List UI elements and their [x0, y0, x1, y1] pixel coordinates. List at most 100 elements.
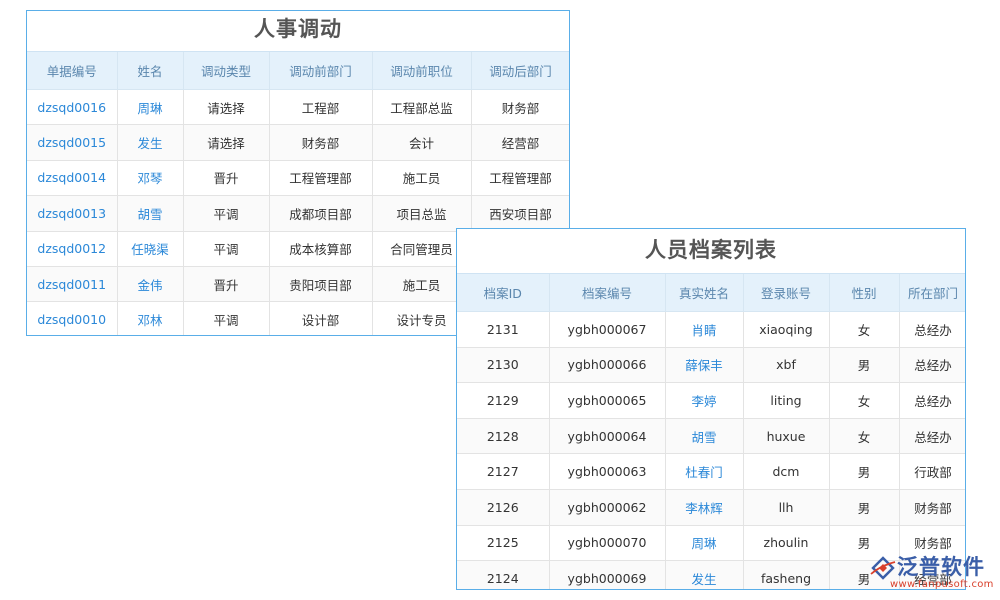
doc-no-link[interactable]: dzsqd0010 [27, 302, 117, 336]
prev-position-cell: 施工员 [372, 160, 471, 195]
transfer-type-cell: 请选择 [183, 90, 269, 125]
profile-title: 人员档案列表 [457, 229, 965, 274]
table-row[interactable]: 2129 ygbh000065 李婷 liting 女 总经办 [457, 383, 966, 419]
col-header-prev-dept[interactable]: 调动前部门 [269, 52, 372, 90]
transfer-type-cell: 晋升 [183, 160, 269, 195]
profile-panel: 人员档案列表 档案ID 档案编号 真实姓名 登录账号 性别 所在部门 2131 … [456, 228, 966, 590]
employee-name-link[interactable]: 周琳 [117, 90, 183, 125]
profile-no-cell: ygbh000063 [549, 454, 665, 490]
real-name-link[interactable]: 肖睛 [665, 312, 743, 348]
col-header-name[interactable]: 姓名 [117, 52, 183, 90]
profile-no-cell: ygbh000064 [549, 418, 665, 454]
table-row[interactable]: dzsqd0014 邓琴 晋升 工程管理部 施工员 工程管理部 [27, 160, 570, 195]
table-row[interactable]: dzsqd0013 胡雪 平调 成都项目部 项目总监 西安项目部 [27, 196, 570, 231]
login-account-cell: zhoulin [743, 525, 829, 561]
real-name-link[interactable]: 薛保丰 [665, 347, 743, 383]
prev-dept-cell: 成都项目部 [269, 196, 372, 231]
prev-dept-cell: 工程管理部 [269, 160, 372, 195]
doc-no-link[interactable]: dzsqd0014 [27, 160, 117, 195]
department-cell: 总经办 [899, 418, 966, 454]
real-name-link[interactable]: 李婷 [665, 383, 743, 419]
profile-id-cell: 2125 [457, 525, 549, 561]
login-account-cell: xiaoqing [743, 312, 829, 348]
prev-dept-cell: 成本核算部 [269, 231, 372, 266]
profile-id-cell: 2124 [457, 561, 549, 590]
login-account-cell: dcm [743, 454, 829, 490]
table-row[interactable]: 2127 ygbh000063 杜春门 dcm 男 行政部 [457, 454, 966, 490]
prev-position-cell: 工程部总监 [372, 90, 471, 125]
prev-dept-cell: 财务部 [269, 125, 372, 160]
doc-no-link[interactable]: dzsqd0011 [27, 266, 117, 301]
gender-cell: 女 [829, 383, 899, 419]
table-row[interactable]: 2126 ygbh000062 李林辉 llh 男 财务部 [457, 489, 966, 525]
login-account-cell: xbf [743, 347, 829, 383]
transfer-type-cell: 请选择 [183, 125, 269, 160]
table-row[interactable]: 2131 ygbh000067 肖睛 xiaoqing 女 总经办 [457, 312, 966, 348]
brand-url: www.fanpusoft.com [890, 579, 994, 590]
login-account-cell: huxue [743, 418, 829, 454]
fanpu-logo: 泛普软件 www.fanpusoft.com [870, 552, 994, 594]
col-header-transfer-type[interactable]: 调动类型 [183, 52, 269, 90]
department-cell: 总经办 [899, 347, 966, 383]
table-row[interactable]: dzsqd0015 发生 请选择 财务部 会计 经营部 [27, 125, 570, 160]
real-name-link[interactable]: 发生 [665, 561, 743, 590]
col-header-profile-id[interactable]: 档案ID [457, 274, 549, 312]
profile-table: 档案ID 档案编号 真实姓名 登录账号 性别 所在部门 2131 ygbh000… [457, 274, 966, 590]
employee-name-link[interactable]: 邓林 [117, 302, 183, 336]
profile-no-cell: ygbh000069 [549, 561, 665, 590]
doc-no-link[interactable]: dzsqd0012 [27, 231, 117, 266]
transfer-type-cell: 平调 [183, 196, 269, 231]
gender-cell: 女 [829, 312, 899, 348]
gender-cell: 女 [829, 418, 899, 454]
col-header-prev-position[interactable]: 调动前职位 [372, 52, 471, 90]
employee-name-link[interactable]: 任晓渠 [117, 231, 183, 266]
transfer-title: 人事调动 [27, 11, 569, 52]
employee-name-link[interactable]: 邓琴 [117, 160, 183, 195]
doc-no-link[interactable]: dzsqd0016 [27, 90, 117, 125]
profile-header-row: 档案ID 档案编号 真实姓名 登录账号 性别 所在部门 [457, 274, 966, 312]
real-name-link[interactable]: 李林辉 [665, 489, 743, 525]
profile-no-cell: ygbh000070 [549, 525, 665, 561]
login-account-cell: fasheng [743, 561, 829, 590]
profile-id-cell: 2127 [457, 454, 549, 490]
doc-no-link[interactable]: dzsqd0013 [27, 196, 117, 231]
department-cell: 行政部 [899, 454, 966, 490]
transfer-type-cell: 平调 [183, 302, 269, 336]
employee-name-link[interactable]: 发生 [117, 125, 183, 160]
profile-id-cell: 2126 [457, 489, 549, 525]
transfer-type-cell: 平调 [183, 231, 269, 266]
col-header-doc-no[interactable]: 单据编号 [27, 52, 117, 90]
gender-cell: 男 [829, 454, 899, 490]
new-dept-cell: 财务部 [471, 90, 570, 125]
employee-name-link[interactable]: 金伟 [117, 266, 183, 301]
col-header-profile-no[interactable]: 档案编号 [549, 274, 665, 312]
profile-no-cell: ygbh000066 [549, 347, 665, 383]
brand-name: 泛普软件 [897, 551, 985, 581]
col-header-login-account[interactable]: 登录账号 [743, 274, 829, 312]
table-row[interactable]: dzsqd0016 周琳 请选择 工程部 工程部总监 财务部 [27, 90, 570, 125]
profile-id-cell: 2128 [457, 418, 549, 454]
col-header-department[interactable]: 所在部门 [899, 274, 966, 312]
real-name-link[interactable]: 杜春门 [665, 454, 743, 490]
profile-id-cell: 2130 [457, 347, 549, 383]
col-header-real-name[interactable]: 真实姓名 [665, 274, 743, 312]
new-dept-cell: 经营部 [471, 125, 570, 160]
gender-cell: 男 [829, 347, 899, 383]
transfer-header-row: 单据编号 姓名 调动类型 调动前部门 调动前职位 调动后部门 [27, 52, 570, 90]
doc-no-link[interactable]: dzsqd0015 [27, 125, 117, 160]
real-name-link[interactable]: 胡雪 [665, 418, 743, 454]
gender-cell: 男 [829, 489, 899, 525]
table-row[interactable]: 2130 ygbh000066 薛保丰 xbf 男 总经办 [457, 347, 966, 383]
col-header-new-dept[interactable]: 调动后部门 [471, 52, 570, 90]
profile-no-cell: ygbh000067 [549, 312, 665, 348]
department-cell: 总经办 [899, 383, 966, 419]
department-cell: 总经办 [899, 312, 966, 348]
table-row[interactable]: 2128 ygbh000064 胡雪 huxue 女 总经办 [457, 418, 966, 454]
fanpu-logo-icon [870, 554, 896, 580]
real-name-link[interactable]: 周琳 [665, 525, 743, 561]
prev-dept-cell: 贵阳项目部 [269, 266, 372, 301]
col-header-gender[interactable]: 性别 [829, 274, 899, 312]
new-dept-cell: 西安项目部 [471, 196, 570, 231]
transfer-type-cell: 晋升 [183, 266, 269, 301]
employee-name-link[interactable]: 胡雪 [117, 196, 183, 231]
